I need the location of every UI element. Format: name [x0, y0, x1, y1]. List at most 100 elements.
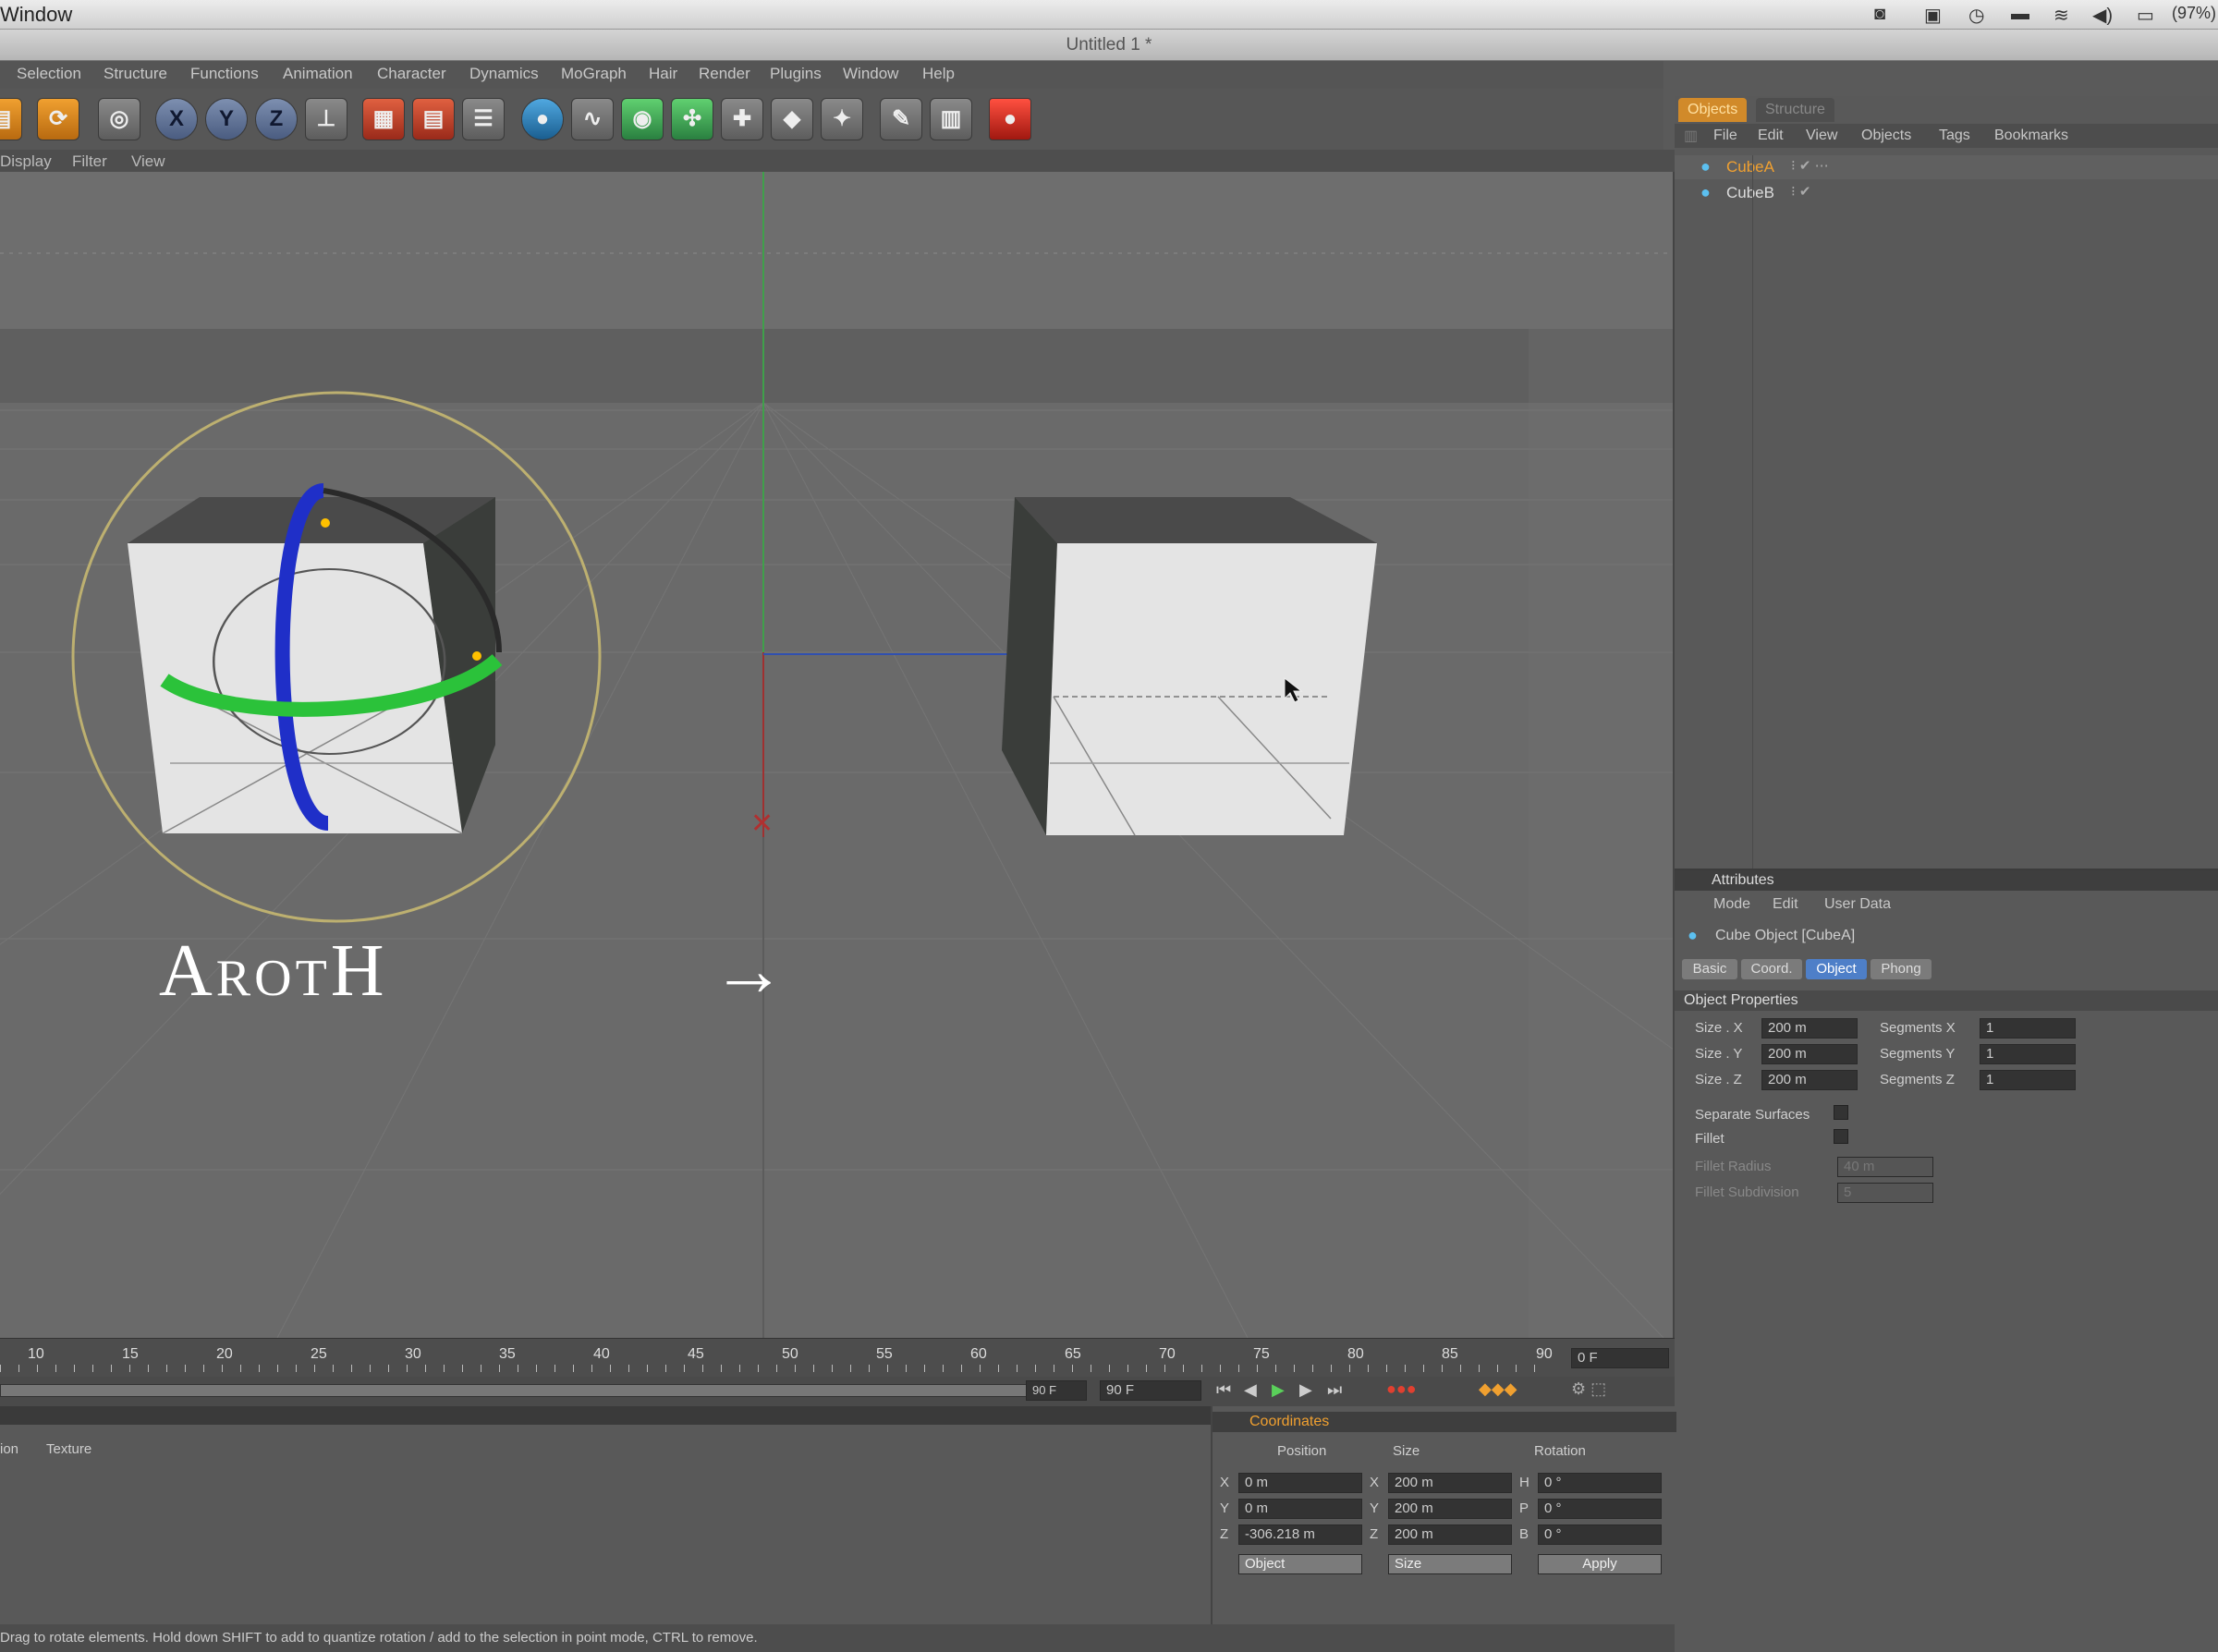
- size-y-field[interactable]: 200 m: [1388, 1499, 1512, 1519]
- record-icon[interactable]: ●●●: [1386, 1379, 1417, 1399]
- cube-b[interactable]: [1002, 497, 1377, 836]
- visibility-dots-icon[interactable]: ⁝ ✔: [1791, 183, 1811, 200]
- max-frame-field[interactable]: 90 F: [1026, 1380, 1087, 1401]
- 3d-viewport[interactable]: ✕ ArotH →: [0, 172, 1675, 1338]
- menu-plugins[interactable]: Plugins: [770, 65, 822, 83]
- display-icon[interactable]: ▬: [2011, 4, 2029, 25]
- timeline-options-icon[interactable]: ⚙ ⬚: [1571, 1379, 1606, 1399]
- timeline-ruler[interactable]: 10 15 20 25 30 35 40 45 50 55 60 65 70 7…: [0, 1338, 1675, 1377]
- render-picture-viewer-icon[interactable]: ▤: [412, 98, 455, 140]
- size-mode-select[interactable]: Size: [1388, 1554, 1512, 1574]
- tab-object[interactable]: Object: [1806, 959, 1867, 979]
- cube-primitive-icon[interactable]: ●: [521, 98, 564, 140]
- tab-objects[interactable]: Objects: [1678, 98, 1748, 122]
- deformer-icon[interactable]: ✚: [721, 98, 763, 140]
- goto-end-icon[interactable]: ⏭: [1327, 1380, 1342, 1400]
- position-y-field[interactable]: 0 m: [1238, 1499, 1362, 1519]
- os-app-menu[interactable]: Window: [0, 3, 72, 27]
- size-x-field[interactable]: 200 m: [1388, 1473, 1512, 1493]
- time-machine-icon[interactable]: ◷: [1968, 4, 1984, 27]
- position-z-field[interactable]: -306.218 m: [1238, 1524, 1362, 1545]
- om-menu-bookmarks[interactable]: Bookmarks: [1994, 128, 2068, 144]
- segments-z-field[interactable]: 1: [1980, 1070, 2076, 1090]
- scale-tool-icon[interactable]: ▤: [0, 98, 22, 140]
- end-frame-field[interactable]: 90 F: [1100, 1380, 1201, 1401]
- fillet-checkbox[interactable]: [1834, 1129, 1848, 1144]
- om-menu-edit[interactable]: Edit: [1758, 128, 1784, 144]
- menu-window[interactable]: Window: [843, 65, 898, 83]
- menu-dynamics[interactable]: Dynamics: [469, 65, 539, 83]
- menu-structure[interactable]: Structure: [104, 65, 167, 83]
- rotate-tool-icon[interactable]: ⟳: [37, 98, 79, 140]
- camera-objects-icon[interactable]: ✦: [821, 98, 863, 140]
- menu-selection[interactable]: Selection: [17, 65, 81, 83]
- rotation-b-field[interactable]: 0 °: [1538, 1524, 1662, 1545]
- menu-hair[interactable]: Hair: [649, 65, 677, 83]
- size-x-field[interactable]: 200 m: [1761, 1018, 1858, 1039]
- om-menu-objects[interactable]: Objects: [1861, 128, 1911, 144]
- segments-x-field[interactable]: 1: [1980, 1018, 2076, 1039]
- fillet-subdivision-field[interactable]: 5: [1837, 1183, 1933, 1203]
- size-z-field[interactable]: 200 m: [1388, 1524, 1512, 1545]
- viewport-menu-filter[interactable]: Filter: [72, 152, 107, 171]
- cube-a[interactable]: [128, 497, 495, 834]
- camera-icon[interactable]: ◙: [1874, 4, 1885, 25]
- visibility-dots-icon[interactable]: ⁝ ✔ ⋯: [1791, 157, 1829, 174]
- menu-mograph[interactable]: MoGraph: [561, 65, 627, 83]
- battery-icon[interactable]: ▭: [2137, 4, 2154, 27]
- attr-menu-mode[interactable]: Mode: [1713, 896, 1750, 913]
- render-settings-icon[interactable]: ☰: [462, 98, 505, 140]
- separate-surfaces-checkbox[interactable]: [1834, 1105, 1848, 1120]
- environment-icon[interactable]: ▥: [930, 98, 972, 140]
- step-back-icon[interactable]: ◀: [1244, 1380, 1257, 1400]
- step-forward-icon[interactable]: ▶: [1299, 1380, 1312, 1400]
- mat-menu-function[interactable]: ion: [0, 1441, 18, 1457]
- y-axis-lock-icon[interactable]: Y: [205, 98, 248, 140]
- tab-coord[interactable]: Coord.: [1741, 959, 1802, 979]
- floor-scene-icon[interactable]: ◆: [771, 98, 813, 140]
- segments-y-field[interactable]: 1: [1980, 1044, 2076, 1064]
- menu-help[interactable]: Help: [922, 65, 955, 83]
- apply-button[interactable]: Apply: [1538, 1554, 1662, 1574]
- menu-render[interactable]: Render: [699, 65, 750, 83]
- tab-basic[interactable]: Basic: [1682, 959, 1737, 979]
- volume-icon[interactable]: ◀): [2092, 4, 2113, 27]
- object-row-cubea[interactable]: ● CubeA ⁝ ✔ ⋯: [1675, 155, 2218, 179]
- om-menu-file[interactable]: File: [1713, 128, 1737, 144]
- current-frame-field[interactable]: 0 F: [1571, 1348, 1669, 1368]
- menu-character[interactable]: Character: [377, 65, 446, 83]
- attr-menu-user-data[interactable]: User Data: [1824, 896, 1891, 913]
- wifi-icon[interactable]: ≋: [2053, 4, 2069, 27]
- om-menu-tags[interactable]: Tags: [1939, 128, 1970, 144]
- light-object-icon[interactable]: ✎: [880, 98, 922, 140]
- key-mode-icon[interactable]: ◆◆◆: [1479, 1379, 1517, 1399]
- record-key-icon[interactable]: ●: [989, 98, 1031, 140]
- rotation-h-field[interactable]: 0 °: [1538, 1473, 1662, 1493]
- recent-tool-icon[interactable]: ◎: [98, 98, 140, 140]
- render-view-icon[interactable]: ▦: [362, 98, 405, 140]
- menu-animation[interactable]: Animation: [283, 65, 353, 83]
- viewport-menu-display[interactable]: Display: [0, 152, 52, 171]
- coordinate-mode-select[interactable]: Object: [1238, 1554, 1362, 1574]
- play-icon[interactable]: ▶: [1272, 1380, 1285, 1400]
- spline-pen-icon[interactable]: ∿: [571, 98, 614, 140]
- tab-phong[interactable]: Phong: [1871, 959, 1932, 979]
- size-z-field[interactable]: 200 m: [1761, 1070, 1858, 1090]
- position-x-field[interactable]: 0 m: [1238, 1473, 1362, 1493]
- attr-menu-edit[interactable]: Edit: [1773, 896, 1798, 913]
- viewport-menu-view[interactable]: View: [131, 152, 165, 171]
- goto-start-icon[interactable]: ⏮: [1216, 1380, 1231, 1400]
- fillet-radius-field[interactable]: 40 m: [1837, 1157, 1933, 1177]
- array-generator-icon[interactable]: ✣: [671, 98, 713, 140]
- frame-range-slider[interactable]: [0, 1384, 1081, 1397]
- x-axis-lock-icon[interactable]: X: [155, 98, 198, 140]
- om-menu-view[interactable]: View: [1806, 128, 1837, 144]
- object-row-cubeb[interactable]: ● CubeB ⁝ ✔: [1675, 181, 2218, 205]
- menu-functions[interactable]: Functions: [190, 65, 259, 83]
- subdivision-surface-icon[interactable]: ◉: [621, 98, 664, 140]
- size-y-field[interactable]: 200 m: [1761, 1044, 1858, 1064]
- coordinate-system-icon[interactable]: ⊥: [305, 98, 347, 140]
- app-status-icon[interactable]: ▣: [1924, 4, 1942, 27]
- mat-menu-texture[interactable]: Texture: [46, 1441, 91, 1457]
- rotation-p-field[interactable]: 0 °: [1538, 1499, 1662, 1519]
